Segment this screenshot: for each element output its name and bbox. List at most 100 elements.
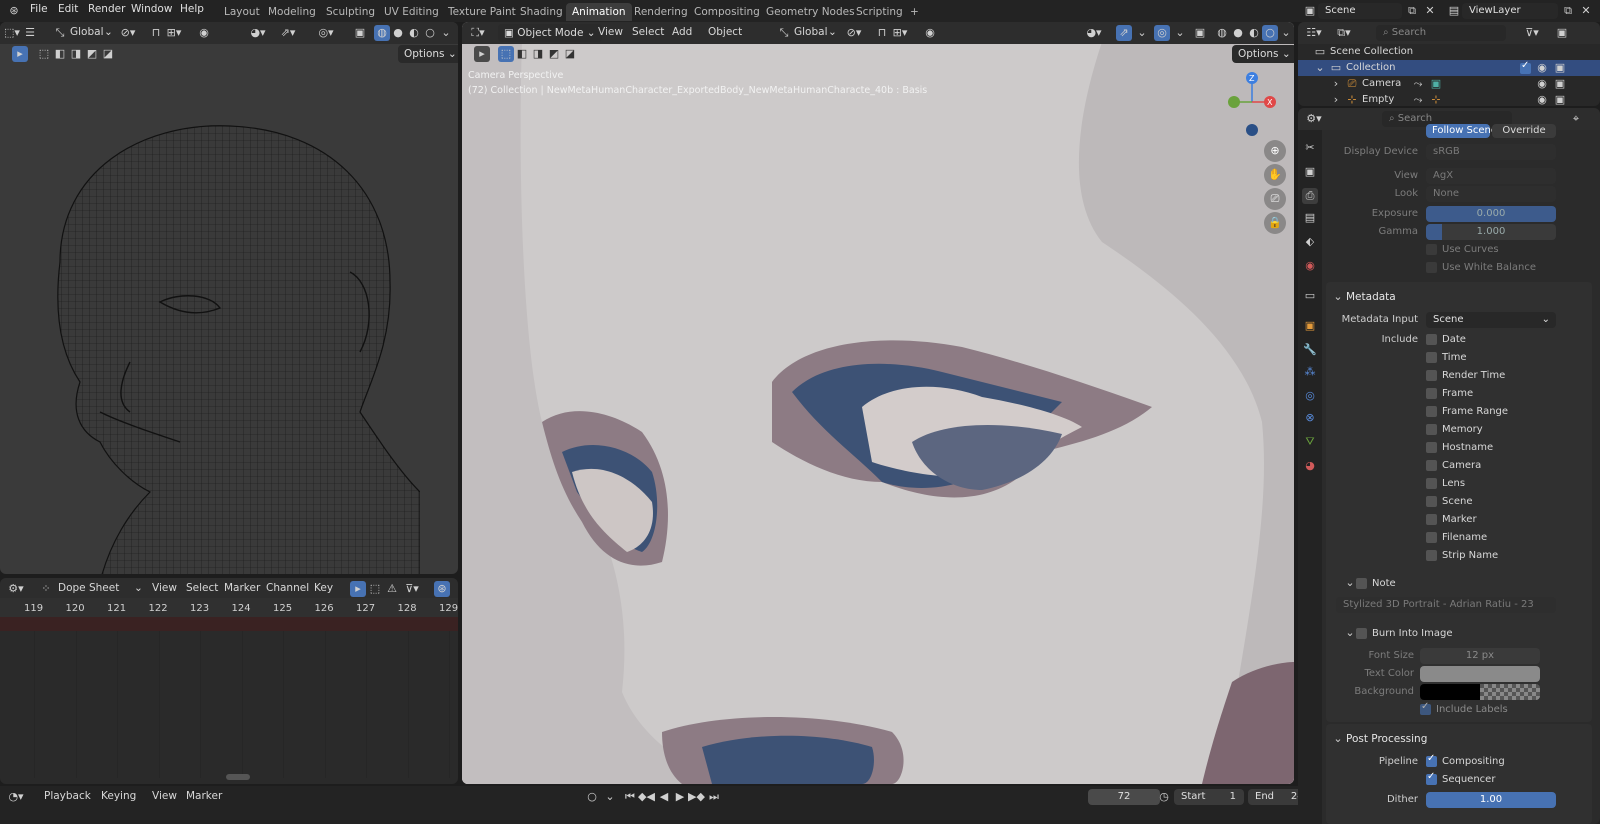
snap-target-icon[interactable]: ⊞▾ — [166, 25, 182, 41]
overlay-options-icon[interactable]: ⌄ — [1172, 25, 1188, 41]
camera-render-icon[interactable]: ▣ — [1552, 60, 1568, 76]
solid-shading-icon[interactable]: ● — [390, 25, 406, 41]
editor-type-icon[interactable]: ⬚▾ — [4, 25, 20, 41]
xray-icon[interactable]: ▣ — [352, 25, 368, 41]
outliner-item-empty[interactable]: Empty — [1362, 94, 1394, 105]
menu-help[interactable]: Help — [180, 3, 204, 15]
expand-arrow-icon[interactable]: › — [1328, 92, 1344, 106]
timeline-menu-view[interactable]: View — [152, 790, 177, 802]
play-reverse-icon[interactable]: ◀ — [656, 789, 672, 805]
tab-animation[interactable]: Animation — [566, 3, 632, 21]
filter-icon[interactable]: ⊽▾ — [1524, 25, 1540, 41]
exposure-slider[interactable]: 0.000 — [1426, 206, 1556, 222]
material-shading-icon[interactable]: ◐ — [406, 25, 422, 41]
view-transform-dropdown[interactable]: AgX — [1426, 168, 1556, 184]
render-tab-icon[interactable]: ▣ — [1302, 164, 1318, 180]
expand-arrow-icon[interactable]: › — [1328, 76, 1344, 92]
text-color-swatch[interactable] — [1420, 666, 1540, 682]
mode-dropdown[interactable]: ▣ Object Mode ⌄ — [498, 24, 602, 42]
select-invert-icon[interactable]: ◩ — [84, 46, 100, 62]
jump-start-icon[interactable]: ⏮ — [622, 789, 638, 805]
display-device-dropdown[interactable]: sRGB — [1426, 144, 1556, 160]
overlay-icon[interactable]: ◎▾ — [318, 25, 334, 41]
blender-logo-icon[interactable]: ⊛ — [6, 3, 22, 19]
shading-options-icon[interactable]: ⌄ — [438, 25, 454, 41]
pan-hand-icon[interactable]: ✋ — [1264, 164, 1286, 186]
tab-modeling[interactable]: Modeling — [262, 3, 322, 21]
constraints-tab-icon[interactable]: ⊗ — [1302, 410, 1318, 426]
look-dropdown[interactable]: None — [1426, 186, 1556, 202]
include-labels-checkbox[interactable] — [1420, 701, 1431, 715]
current-frame-field[interactable]: 72 — [1088, 789, 1160, 805]
show-hidden-icon[interactable]: ⬚ — [367, 581, 383, 597]
pivot-icon[interactable]: ⊘▾ — [846, 25, 862, 41]
delete-scene-icon[interactable]: ✕ — [1422, 3, 1438, 19]
follow-scene-button[interactable]: Follow Scene — [1426, 124, 1497, 138]
chevron-down-icon[interactable]: ⌄ — [134, 582, 143, 594]
menu-file[interactable]: File — [30, 3, 48, 15]
tab-texture-paint[interactable]: Texture Paint — [442, 3, 522, 21]
font-size-field[interactable]: 12 px — [1420, 648, 1540, 664]
add-workspace-button[interactable]: + — [904, 3, 925, 21]
sequencer-checkbox[interactable] — [1426, 771, 1437, 785]
xray-icon[interactable]: ▣ — [1192, 25, 1208, 41]
select-intersect-icon[interactable]: ◪ — [100, 46, 116, 62]
scene-collection-label[interactable]: Scene Collection — [1330, 46, 1413, 57]
dopesheet-menu-view[interactable]: View — [152, 582, 177, 594]
include-frame-checkbox[interactable] — [1426, 388, 1437, 399]
menu-window[interactable]: Window — [131, 3, 172, 15]
background-alpha-swatch[interactable] — [1480, 684, 1540, 700]
tab-shading[interactable]: Shading — [514, 3, 569, 21]
select-box-icon[interactable]: ⬚ — [36, 46, 52, 62]
view-layer-field[interactable]: ViewLayer — [1462, 3, 1558, 19]
wireframe-shading-icon[interactable]: ◍ — [1214, 25, 1230, 41]
snap-target-icon[interactable]: ⊞▾ — [892, 25, 908, 41]
override-button[interactable]: Override — [1492, 124, 1556, 138]
camera-render-icon[interactable]: ▣ — [1552, 92, 1568, 106]
tab-rendering[interactable]: Rendering — [628, 3, 694, 21]
editor-type-icon[interactable]: ⚙▾ — [8, 581, 24, 597]
physics-tab-icon[interactable]: ◎ — [1302, 388, 1318, 404]
output-tab-icon[interactable]: ⎙ — [1302, 188, 1318, 204]
include-date-checkbox[interactable] — [1426, 334, 1437, 345]
gizmo-options-icon[interactable]: ⌄ — [1134, 25, 1150, 41]
chevron-down-icon[interactable]: ⌄ — [828, 26, 837, 38]
start-frame-field[interactable]: Start 1 — [1174, 789, 1244, 805]
compositing-checkbox[interactable] — [1426, 753, 1437, 767]
viewport-menu-add[interactable]: Add — [672, 26, 692, 38]
camera-render-icon[interactable]: ▣ — [1552, 76, 1568, 92]
tool-tab-icon[interactable]: ✂ — [1302, 140, 1318, 156]
note-checkbox[interactable] — [1356, 578, 1367, 589]
lock-camera-icon[interactable]: 🔒 — [1264, 212, 1286, 234]
include-memory-checkbox[interactable] — [1426, 424, 1437, 435]
view-layer-tab-icon[interactable]: ▤ — [1302, 210, 1318, 226]
gamma-slider[interactable]: 1.000 — [1426, 224, 1556, 240]
include-lens-checkbox[interactable] — [1426, 478, 1437, 489]
proportional-edit-icon[interactable]: ◉ — [196, 25, 212, 41]
object-tab-icon[interactable]: ▣ — [1302, 318, 1318, 334]
use-white-balance-checkbox[interactable] — [1426, 262, 1437, 273]
chevron-down-icon[interactable]: ⌄ — [1330, 731, 1346, 747]
select-invert-icon[interactable]: ◩ — [546, 46, 562, 62]
material-tab-icon[interactable]: ◕ — [1302, 458, 1318, 474]
horizontal-scrollbar[interactable] — [226, 774, 250, 780]
select-subtract-icon[interactable]: ◨ — [68, 46, 84, 62]
eye-icon[interactable]: ◉ — [1534, 76, 1550, 92]
duplicate-scene-icon[interactable]: ⧉ — [1404, 3, 1420, 19]
pivot-icon[interactable]: ⊘▾ — [120, 25, 136, 41]
rendered-shading-icon[interactable]: ○ — [422, 25, 438, 41]
duplicate-layer-icon[interactable]: ⧉ — [1560, 3, 1576, 19]
chevron-down-icon[interactable]: ⌄ — [104, 26, 113, 38]
play-icon[interactable]: ▶ — [672, 789, 688, 805]
outliner-search-input[interactable]: ⌕ Search — [1376, 25, 1506, 41]
outliner-item-camera[interactable]: Camera — [1362, 78, 1401, 89]
jump-end-icon[interactable]: ⏭ — [706, 789, 722, 805]
hamburger-menu-icon[interactable]: ☰ — [22, 25, 38, 41]
include-marker-checkbox[interactable] — [1426, 514, 1437, 525]
expand-arrow-icon[interactable]: ⌄ — [1312, 60, 1328, 76]
tab-sculpting[interactable]: Sculpting — [320, 3, 381, 21]
summary-channel-row[interactable] — [0, 617, 458, 631]
dither-slider[interactable]: 1.00 — [1426, 792, 1556, 808]
select-extend-icon[interactable]: ◧ — [514, 46, 530, 62]
options-button[interactable]: Options ⌄ — [1232, 45, 1294, 63]
